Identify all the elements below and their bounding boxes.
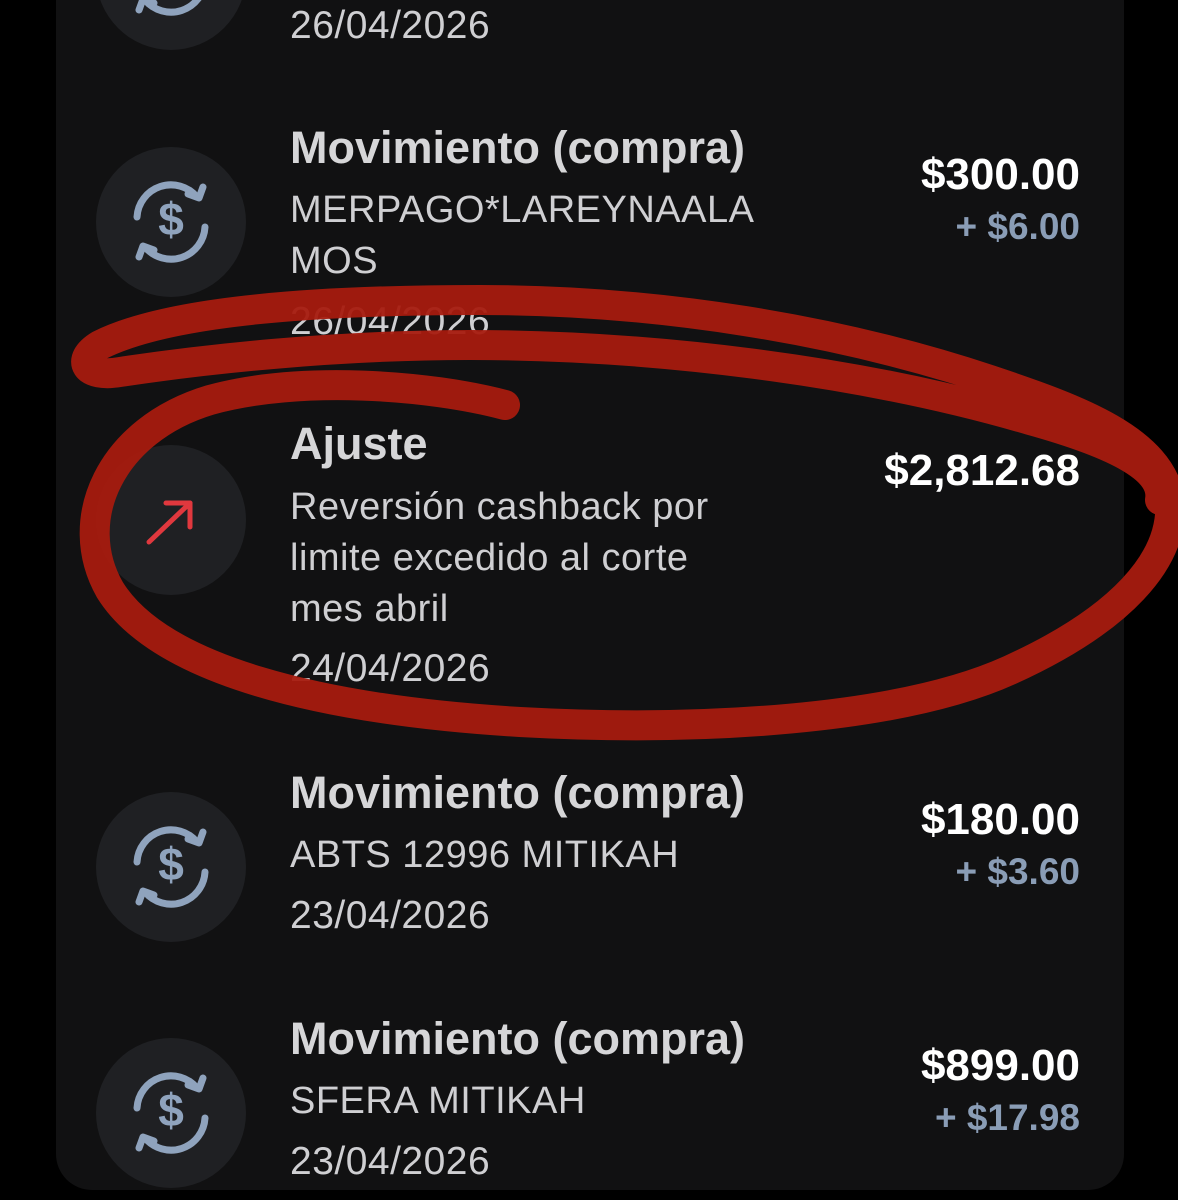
transaction-icon-circle: $ xyxy=(96,1038,246,1188)
transaction-title: Movimiento (compra) xyxy=(290,1013,746,1064)
transaction-date: 23/04/2026 xyxy=(290,1140,491,1183)
currency-exchange-icon: $ xyxy=(133,1072,209,1154)
cashback-amount: + $17.98 xyxy=(934,1097,1080,1138)
svg-text:$: $ xyxy=(158,1084,184,1136)
transactions-screen: 26/04/2026 $ Movimiento (compra) MERPAGO… xyxy=(0,0,1178,1200)
transaction-row[interactable]: $ Movimiento (compra) SFERA MITIKAH 23/0… xyxy=(0,0,1178,1200)
transaction-description: SFERA MITIKAH xyxy=(290,1080,586,1122)
transaction-amount: $899.00 xyxy=(920,1041,1080,1090)
